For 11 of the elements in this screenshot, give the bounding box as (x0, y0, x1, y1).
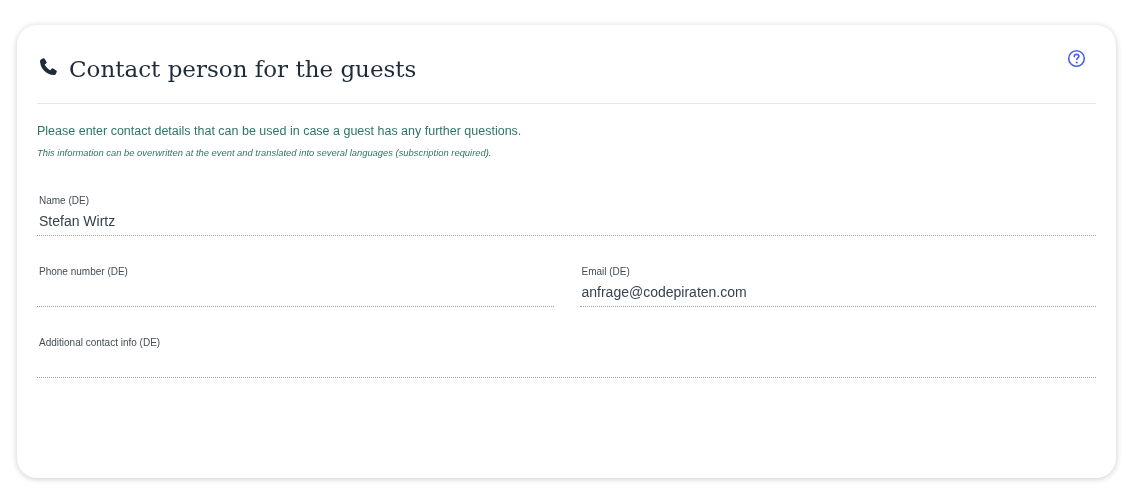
note-text: This information can be overwritten at the event and translated into several languages (subscription required). (37, 147, 493, 158)
input-field[interactable]: anfrage@codepiraten.com (579, 280, 1096, 307)
phone-icon (37, 56, 59, 78)
field-label: Additional contact info (DE) (38, 337, 162, 348)
field-label: Phone number (DE) (38, 266, 129, 277)
intro-text: Please enter contact details that can be used in case a guest has any further questions. (37, 124, 523, 138)
field-label: Email (DE) (580, 266, 631, 277)
help-icon[interactable] (1067, 49, 1086, 68)
field-label: Name (DE) (38, 195, 90, 206)
input-field[interactable]: Stefan Wirtz (37, 209, 1096, 236)
section-title: Contact person for the guests (69, 56, 418, 82)
